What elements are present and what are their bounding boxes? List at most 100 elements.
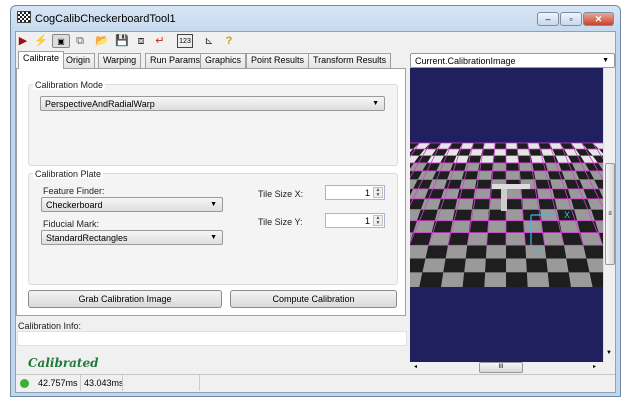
show-icon[interactable]: ▣ (52, 34, 70, 48)
chevron-down-icon: ▼ (602, 57, 609, 64)
maximize-button[interactable]: ▫ (560, 12, 582, 26)
checker-square (486, 232, 506, 246)
checker-square (482, 143, 496, 149)
checker-square (506, 162, 520, 171)
fiducial-mark-dropdown[interactable]: StandardRectangles ▼ (41, 230, 223, 245)
checker-square (447, 232, 469, 246)
chevron-down-icon: ▼ (210, 234, 217, 241)
minimize-button[interactable]: – (537, 12, 559, 26)
reset-icon[interactable]: ⧈ (134, 34, 148, 48)
fiducial-mark-value: StandardRectangles (46, 233, 128, 243)
checker-square (485, 258, 506, 273)
fiducial-mark (492, 184, 530, 189)
image-selector-dropdown[interactable]: Current.CalibrationImage ▼ (410, 53, 615, 68)
close-button[interactable]: ✕ (583, 12, 614, 26)
compute-calibration-button[interactable]: Compute Calibration (230, 290, 397, 308)
checker-square (523, 220, 544, 233)
tool-icon[interactable]: ⊾ (202, 34, 216, 48)
checker-square (506, 188, 523, 199)
help-icon[interactable]: ? (222, 34, 236, 48)
checker-square (516, 143, 530, 149)
checker-square (462, 272, 486, 287)
horizontal-scroll-thumb[interactable]: III (479, 362, 523, 373)
calibration-plate-label: Calibration Plate (33, 169, 104, 179)
scroll-left-icon[interactable]: ◂ (414, 363, 417, 370)
checker-square (443, 258, 466, 273)
checker-square (524, 232, 545, 246)
checker-square (506, 209, 524, 221)
checker-square (506, 258, 527, 273)
checker-square (546, 258, 569, 273)
checker-square (583, 245, 603, 259)
calibration-info-label: Calibration Info: (18, 321, 82, 331)
checker-square (444, 179, 462, 189)
numbers-icon[interactable]: 123 (177, 34, 193, 48)
checker-square (441, 188, 460, 199)
checker-square (506, 148, 519, 156)
checker-square (506, 220, 525, 233)
checker-square (422, 258, 446, 273)
spinner-arrows-icon[interactable]: ▲ ▼ (373, 187, 383, 198)
tile-size-x-label: Tile Size X: (258, 189, 304, 199)
tab-origin[interactable]: Origin (61, 53, 96, 68)
checker-square (492, 155, 506, 163)
checker-square (568, 272, 593, 287)
checker-square (543, 232, 565, 246)
tab-transform-results[interactable]: Transform Results (308, 53, 392, 68)
scroll-down-icon[interactable]: ▼ (606, 350, 612, 356)
tab-graphics[interactable]: Graphics (200, 53, 247, 68)
x-axis-label: X (564, 210, 570, 220)
horizontal-scrollbar[interactable]: ◂ III ▸ (410, 362, 603, 373)
tab-run-params[interactable]: Run Params (145, 53, 206, 68)
image-selector-value: Current.CalibrationImage (415, 56, 516, 66)
checker-square (506, 170, 521, 180)
checker-square (566, 258, 590, 273)
tile-size-y-spinner[interactable]: 1 ▲ ▼ (325, 213, 385, 228)
fiducial-mark (501, 189, 507, 211)
electric-icon[interactable]: ⚡ (34, 34, 48, 48)
checker-square (491, 170, 506, 180)
calibration-image-display[interactable]: XY (410, 68, 603, 362)
import-icon[interactable]: ↵ (153, 34, 167, 48)
float-icon[interactable]: ⧉ (73, 34, 87, 48)
calibration-mode-label: Calibration Mode (33, 80, 106, 90)
checker-square (494, 143, 506, 149)
checker-square (506, 198, 524, 210)
open-icon[interactable]: 📂 (95, 34, 109, 48)
checker-square (485, 245, 506, 259)
run-icon[interactable]: ▶ (16, 34, 30, 48)
tab-warping[interactable]: Warping (98, 53, 142, 68)
fiducial-mark-label: Fiducial Mark: (43, 219, 100, 229)
checker-square (484, 272, 506, 287)
grab-calibration-image-button[interactable]: Grab Calibration Image (28, 290, 222, 308)
chevron-down-icon: ▼ (372, 100, 379, 107)
vertical-scroll-thumb[interactable]: ≡ (605, 163, 615, 265)
checker-square (434, 209, 455, 221)
status-indicator-icon (20, 379, 29, 388)
checker-square (506, 232, 526, 246)
calibration-status-text: Calibrated (28, 356, 99, 370)
checker-square (506, 155, 520, 163)
spinner-arrows-icon[interactable]: ▲ ▼ (373, 215, 383, 226)
scroll-right-icon[interactable]: ▸ (593, 363, 596, 370)
checker-square (564, 245, 587, 259)
calibration-mode-value: PerspectiveAndRadialWarp (45, 99, 155, 109)
calibration-mode-dropdown[interactable]: PerspectiveAndRadialWarp ▼ (40, 96, 385, 111)
vertical-scrollbar[interactable]: ≡ ▼ (603, 68, 615, 362)
checker-square (445, 245, 468, 259)
window-title: CogCalibCheckerboardTool1 (35, 13, 176, 25)
save-icon[interactable]: 💾 (115, 34, 129, 48)
checker-square (465, 245, 487, 259)
tile-size-x-value: 1 (364, 188, 370, 198)
tab-point-results[interactable]: Point Results (246, 53, 310, 68)
checker-square (425, 245, 448, 259)
feature-finder-dropdown[interactable]: Checkerboard ▼ (41, 197, 223, 212)
tile-size-x-spinner[interactable]: 1 ▲ ▼ (325, 185, 385, 200)
calibration-info-textbox[interactable] (17, 331, 407, 346)
chevron-down-icon: ▼ (210, 201, 217, 208)
checker-square (410, 245, 429, 259)
status-divider (80, 375, 81, 391)
checker-square (464, 258, 486, 273)
checker-square (526, 258, 548, 273)
tab-calibrate[interactable]: Calibrate (18, 51, 65, 69)
